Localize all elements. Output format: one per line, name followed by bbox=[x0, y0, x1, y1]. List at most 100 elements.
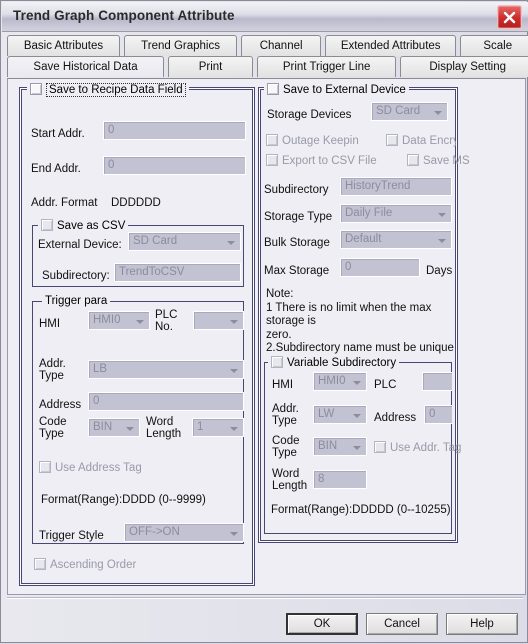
vs-hmi-select[interactable]: HMI0 bbox=[313, 372, 367, 391]
bulk-storage-select[interactable]: Default bbox=[340, 230, 452, 249]
group-variable-subdirectory-title: Variable Subdirectory bbox=[268, 356, 400, 369]
tab-display-setting[interactable]: Display Setting bbox=[400, 56, 528, 77]
max-storage-input[interactable]: 0 bbox=[340, 258, 420, 277]
save-ms-row[interactable]: Save MS bbox=[407, 154, 470, 168]
trigger-code-type-select[interactable]: BIN bbox=[88, 418, 140, 437]
ok-button[interactable]: OK bbox=[286, 613, 358, 635]
days-label: Days bbox=[426, 265, 453, 277]
addr-format-label: Addr. Format bbox=[31, 197, 98, 209]
vs-code-type-select[interactable]: BIN bbox=[313, 437, 367, 456]
tab-trend-graphics[interactable]: Trend Graphics bbox=[124, 35, 238, 56]
trigger-plc-no-select[interactable] bbox=[193, 311, 244, 330]
outage-keepin-label: Outage Keepin bbox=[282, 135, 359, 147]
export-csv-checkbox[interactable] bbox=[266, 154, 278, 166]
end-addr-label: End Addr. bbox=[31, 163, 81, 175]
trigger-code-type-label: Code Type bbox=[39, 416, 67, 440]
title-bar: Trend Graph Component Attribute bbox=[2, 2, 528, 32]
trigger-address-input[interactable]: 0 bbox=[88, 392, 244, 411]
save-to-external-checkbox[interactable] bbox=[267, 83, 279, 95]
trigger-addr-type-select[interactable]: LB bbox=[88, 360, 244, 379]
use-address-tag-checkbox[interactable] bbox=[39, 461, 51, 473]
chevron-down-icon bbox=[350, 409, 364, 422]
variable-subdirectory-checkbox[interactable] bbox=[271, 356, 283, 368]
help-button[interactable]: Help bbox=[446, 613, 518, 635]
export-csv-row[interactable]: Export to CSV File bbox=[266, 154, 377, 168]
chevron-down-icon bbox=[227, 527, 241, 540]
data-encryption-checkbox[interactable] bbox=[386, 134, 398, 146]
tab-row-2: Save Historical Data Print Print Trigger… bbox=[7, 56, 528, 77]
close-x-glyph bbox=[503, 11, 516, 23]
vs-hmi-value: HMI0 bbox=[318, 375, 346, 387]
vs-use-addr-tag-checkbox[interactable] bbox=[374, 441, 386, 453]
chevron-down-icon bbox=[123, 422, 137, 435]
ascending-order-checkbox[interactable] bbox=[34, 558, 46, 570]
ascending-order-label: Ascending Order bbox=[50, 559, 137, 571]
chevron-down-icon bbox=[224, 236, 238, 249]
outage-keepin-checkbox[interactable] bbox=[266, 134, 278, 146]
ext-subdirectory-input[interactable]: HistoryTrend bbox=[340, 177, 452, 196]
group-trigger-para-title: Trigger para bbox=[42, 295, 111, 307]
vs-use-addr-tag-label: Use Addr. Tag bbox=[390, 442, 462, 454]
chevron-down-icon bbox=[227, 364, 241, 377]
chevron-down-icon bbox=[227, 422, 241, 435]
chevron-down-icon bbox=[350, 376, 364, 389]
storage-type-select[interactable]: Daily File bbox=[340, 204, 452, 223]
tab-channel[interactable]: Channel bbox=[241, 35, 322, 56]
trigger-style-select[interactable]: OFF->ON bbox=[124, 523, 244, 542]
vs-address-input[interactable]: 0 bbox=[424, 405, 452, 424]
save-ms-checkbox[interactable] bbox=[407, 154, 419, 166]
trigger-word-length-select[interactable]: 1 bbox=[192, 418, 244, 437]
close-icon[interactable] bbox=[497, 5, 522, 29]
trigger-style-value: OFF->ON bbox=[129, 526, 180, 538]
tab-save-historical-data[interactable]: Save Historical Data bbox=[7, 56, 164, 77]
save-to-external-label: Save to External Device bbox=[283, 84, 406, 96]
vs-addr-type-value: LW bbox=[318, 408, 335, 420]
save-as-csv-checkbox[interactable] bbox=[41, 219, 53, 231]
tab-strip: Basic Attributes Trend Graphics Channel … bbox=[7, 35, 528, 79]
end-addr-input[interactable]: 0 bbox=[103, 156, 246, 175]
trigger-word-length-label: Word Length bbox=[146, 416, 182, 440]
group-save-to-recipe-title: Save to Recipe Data Field bbox=[27, 83, 189, 97]
start-addr-input[interactable]: 0 bbox=[103, 121, 246, 140]
trigger-hmi-select[interactable]: HMI0 bbox=[88, 311, 150, 330]
chevron-down-icon bbox=[435, 208, 449, 221]
trigger-addr-type-value: LB bbox=[93, 363, 108, 375]
tab-content-panel: Save to Recipe Data Field Start Addr. 0 … bbox=[7, 78, 526, 595]
vs-plc-select[interactable] bbox=[422, 372, 452, 391]
vs-word-length-input[interactable]: 8 bbox=[313, 470, 367, 489]
vs-addr-type-select[interactable]: LW bbox=[313, 405, 367, 424]
external-device-select[interactable]: SD Card bbox=[128, 232, 241, 251]
tab-basic-attributes[interactable]: Basic Attributes bbox=[7, 35, 120, 56]
tab-extended-attributes[interactable]: Extended Attributes bbox=[325, 35, 457, 56]
cancel-button[interactable]: Cancel bbox=[366, 613, 438, 635]
external-device-label: External Device: bbox=[38, 239, 122, 251]
storage-devices-select[interactable]: SD Card bbox=[371, 102, 448, 121]
subdirectory-csv-input[interactable]: TrendToCSV bbox=[114, 263, 241, 282]
bulk-storage-label: Bulk Storage bbox=[264, 237, 330, 249]
save-to-recipe-checkbox[interactable] bbox=[30, 83, 42, 95]
trigger-addr-type-label: Addr. Type bbox=[39, 358, 66, 382]
trigger-style-label: Trigger Style bbox=[39, 530, 104, 542]
data-encryption-label: Data Encryptio bbox=[402, 135, 456, 147]
vs-address-label: Address bbox=[374, 412, 417, 424]
storage-type-value: Daily File bbox=[345, 207, 393, 219]
tab-print-trigger-line[interactable]: Print Trigger Line bbox=[257, 56, 397, 77]
subdirectory-csv-label: Subdirectory: bbox=[42, 270, 110, 282]
vs-addr-type-label: Addr. Type bbox=[272, 403, 299, 427]
group-save-to-external-title: Save to External Device bbox=[264, 83, 409, 96]
variable-subdirectory-label: Variable Subdirectory bbox=[287, 357, 397, 369]
bulk-storage-value: Default bbox=[345, 233, 382, 245]
use-address-tag-row[interactable]: Use Address Tag bbox=[39, 461, 142, 475]
trigger-address-label: Address bbox=[39, 399, 82, 411]
max-storage-label: Max Storage bbox=[264, 265, 330, 277]
tab-print[interactable]: Print bbox=[168, 56, 254, 77]
data-encryption-row[interactable]: Data Encryptio bbox=[386, 134, 456, 148]
tab-scale[interactable]: Scale bbox=[460, 35, 528, 56]
vs-code-type-label: Code Type bbox=[272, 435, 300, 459]
save-to-recipe-label: Save to Recipe Data Field bbox=[46, 83, 186, 97]
chevron-down-icon bbox=[133, 315, 147, 328]
outage-keepin-row[interactable]: Outage Keepin bbox=[266, 134, 359, 148]
external-device-value: SD Card bbox=[133, 235, 178, 247]
vs-use-addr-tag-row[interactable]: Use Addr. Tag bbox=[374, 441, 461, 455]
ascending-order-row[interactable]: Ascending Order bbox=[34, 558, 136, 572]
